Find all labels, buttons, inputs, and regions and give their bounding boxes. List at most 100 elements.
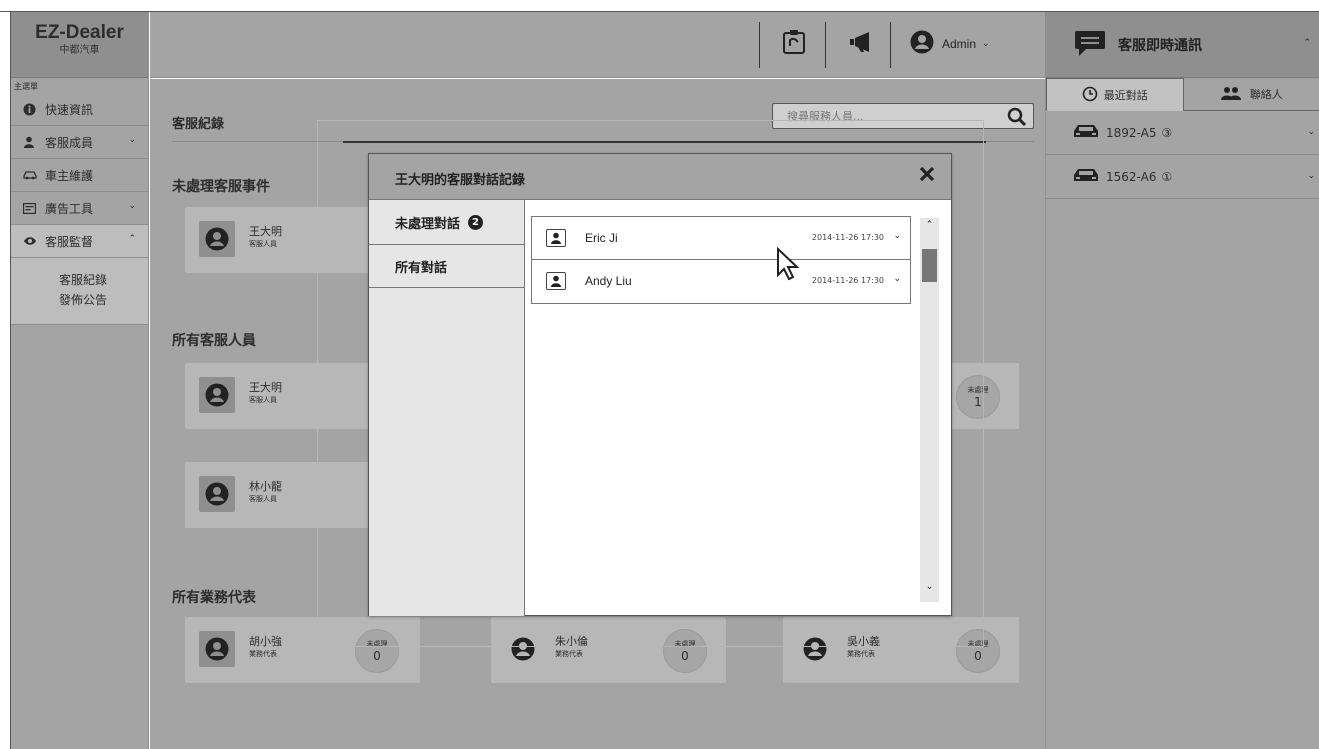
page-title: 客服紀錄 <box>172 117 225 132</box>
admin-label: Admin <box>942 37 977 51</box>
staff-name: 林小龍 <box>249 480 282 493</box>
subnav-item-announcements[interactable]: 發佈公告 <box>11 290 148 310</box>
menu-heading: 主選單 <box>14 82 38 91</box>
tab-label: 聯絡人 <box>1249 88 1283 101</box>
chat-panel-header[interactable]: 客服即時通訊 ⌃ <box>1046 12 1319 78</box>
brand-sub: 中都汽車 <box>59 45 100 56</box>
staff-name: 王大明 <box>249 225 282 238</box>
tab-label: 所有對話 <box>395 260 448 276</box>
avatar <box>199 221 235 257</box>
eye-icon <box>23 236 41 246</box>
conversation-list: Eric Ji 2014-11-26 17:30 ⌄ Andy Liu 2014… <box>531 216 911 304</box>
sidebar-item-service-members[interactable]: 客服成員 ⌄ <box>11 126 148 159</box>
avatar <box>199 377 235 413</box>
sidebar-item-service-supervision[interactable]: 客服監督 ⌃ <box>11 225 148 258</box>
conversation-user: Eric Ji <box>585 231 618 245</box>
app-window: EZ-Dealer 中都汽車 主選單 快速資訊 客服成員 ⌄ 車主維護 廣告工具… <box>0 0 1319 749</box>
user-icon <box>23 136 41 148</box>
top-header: Admin ⌄ <box>150 12 1045 78</box>
scroll-down-icon[interactable]: ⌄ <box>920 582 939 598</box>
count-badge: 2 <box>468 214 484 230</box>
sidebar-item-quick-info[interactable]: 快速資訊 <box>11 93 148 126</box>
modal-title: 王大明的客服對話記錄 <box>395 173 526 188</box>
rep-role: 業務代表 <box>555 650 583 658</box>
info-icon <box>23 103 41 116</box>
top-border <box>0 0 1319 12</box>
clipboard-button[interactable] <box>768 22 820 66</box>
sidebar-item-label: 客服成員 <box>45 135 94 150</box>
staff-role: 客服人員 <box>249 396 277 404</box>
brand-name: EZ-Dealer <box>35 22 124 43</box>
sidebar-subnav: 客服紀錄 發佈公告 <box>11 258 148 325</box>
clipboard-icon <box>782 29 806 59</box>
conversation-row[interactable]: Andy Liu 2014-11-26 17:30 ⌄ <box>531 260 911 304</box>
sidebar-item-label: 客服監督 <box>45 234 94 249</box>
car-icon <box>23 170 41 180</box>
car-icon <box>1072 167 1100 186</box>
header-divider <box>759 22 760 68</box>
chat-row[interactable]: 1562-A6 ① ⌄ <box>1046 155 1319 199</box>
tab-label: 最近對話 <box>1103 89 1148 102</box>
close-button[interactable] <box>917 166 937 186</box>
conversation-row[interactable]: Eric Ji 2014-11-26 17:30 ⌄ <box>531 216 911 260</box>
conversation-time: 2014-11-26 17:30 <box>811 233 884 242</box>
chat-panel: 客服即時通訊 ⌃ 最近對話 聯絡人 1892-A5 ③ ⌄ 1562-A6 ① … <box>1045 12 1319 749</box>
chevron-down-icon: ⌄ <box>982 39 990 49</box>
sidebar-item-label: 廣告工具 <box>45 201 94 216</box>
clock-icon <box>1082 86 1098 105</box>
chevron-up-icon[interactable]: ⌃ <box>1303 38 1311 48</box>
section-title-all-reps: 所有業務代表 <box>172 590 256 606</box>
modal-header: 王大明的客服對話記錄 <box>369 154 951 200</box>
sidebar-item-label: 車主維護 <box>45 168 94 183</box>
tab-all-conversations[interactable]: 所有對話 <box>369 244 524 288</box>
close-icon <box>919 166 935 186</box>
section-title-unhandled: 未處理客服事件 <box>172 179 270 195</box>
modal-tabs: 未處理對話 2 所有對話 <box>369 200 525 616</box>
user-icon <box>546 272 566 290</box>
subnav-item-service-records[interactable]: 客服紀錄 <box>11 270 148 290</box>
tab-recent-conversations[interactable]: 最近對話 <box>1046 78 1184 111</box>
conversation-modal: 王大明的客服對話記錄 未處理對話 2 所有對話 Eric Ji 2014-11-… <box>368 153 952 616</box>
admin-menu[interactable]: Admin ⌄ <box>910 22 1020 66</box>
chevron-down-icon[interactable]: ⌄ <box>893 274 901 284</box>
avatar <box>199 476 235 512</box>
chat-tabs: 最近對話 聯絡人 <box>1046 78 1319 111</box>
header-divider <box>825 22 826 68</box>
announcement-button[interactable] <box>834 22 894 66</box>
chevron-down-icon: ⌄ <box>128 135 136 145</box>
scroll-up-icon[interactable]: ⌃ <box>920 220 939 236</box>
chevron-up-icon: ⌃ <box>128 234 136 244</box>
rep-role: 業務代表 <box>249 650 277 658</box>
unread-count: ① <box>1161 169 1173 184</box>
plate-number: 1892-A5 <box>1106 125 1157 140</box>
staff-role: 客服人員 <box>249 495 277 503</box>
avatar <box>199 631 235 667</box>
tab-contacts[interactable]: 聯絡人 <box>1183 78 1319 111</box>
scrollbar[interactable]: ⌃ ⌄ <box>920 218 939 602</box>
rep-name: 胡小強 <box>249 635 282 648</box>
staff-name: 王大明 <box>249 381 282 394</box>
chevron-down-icon: ⌄ <box>1307 171 1315 181</box>
megaphone-icon <box>849 31 879 57</box>
logo[interactable]: EZ-Dealer 中都汽車 <box>11 12 148 78</box>
group-icon <box>1220 86 1242 103</box>
plate-number: 1562-A6 <box>1106 169 1157 184</box>
ad-icon <box>23 202 41 214</box>
chat-row[interactable]: 1892-A5 ③ ⌄ <box>1046 111 1319 155</box>
scrollbar-thumb[interactable] <box>922 249 937 282</box>
tab-unhandled-conversations[interactable]: 未處理對話 2 <box>369 200 524 244</box>
sidebar-item-owner-maintenance[interactable]: 車主維護 <box>11 159 148 192</box>
chevron-down-icon: ⌄ <box>1307 127 1315 137</box>
sidebar-item-label: 快速資訊 <box>45 102 94 117</box>
unread-count: ③ <box>1161 125 1173 140</box>
chat-bubble-icon <box>1074 29 1106 61</box>
chat-panel-title: 客服即時通訊 <box>1118 38 1202 54</box>
chevron-down-icon: ⌄ <box>128 201 136 211</box>
sidebar: EZ-Dealer 中都汽車 主選單 快速資訊 客服成員 ⌄ 車主維護 廣告工具… <box>10 12 149 749</box>
chevron-down-icon[interactable]: ⌄ <box>893 231 901 241</box>
badge-value: 0 <box>974 649 982 663</box>
search-icon[interactable] <box>1007 107 1027 131</box>
staff-role: 客服人員 <box>249 240 277 248</box>
sidebar-item-ad-tools[interactable]: 廣告工具 ⌄ <box>11 192 148 225</box>
badge-value: 0 <box>681 649 689 663</box>
